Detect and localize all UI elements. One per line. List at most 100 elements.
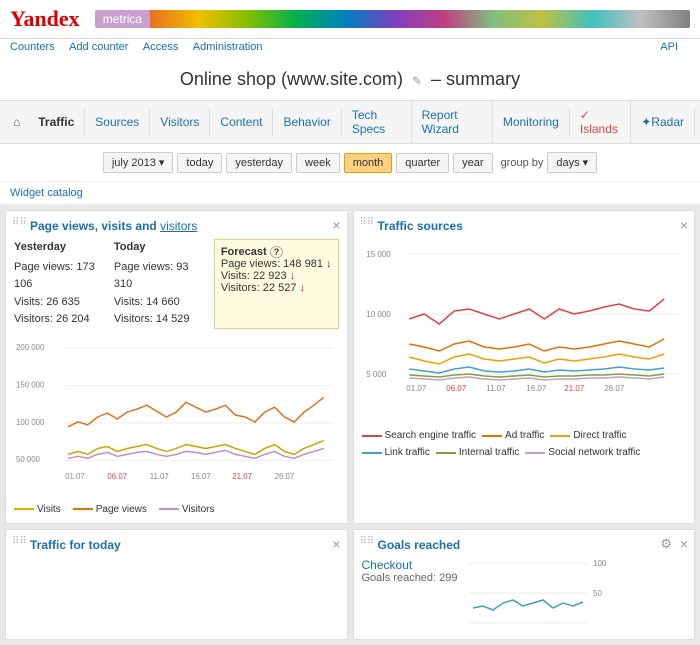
goal-reached-count: Goals reached: 299: [362, 572, 458, 584]
main-content: ⠿⠿ Page views, visits and visitors × Yes…: [0, 205, 700, 645]
tab-visitors[interactable]: Visitors: [150, 108, 210, 136]
group-by-label: group by: [501, 157, 544, 169]
forecast-visitors: Visitors: 22 527 ↓: [221, 282, 332, 294]
traffic-sources-title: Traffic sources: [378, 219, 687, 233]
forecast-visits: Visits: 22 923 ↓: [221, 270, 332, 282]
goal-checkout: Checkout Goals reached: 299 100 50: [362, 558, 687, 631]
traffic-sources-link[interactable]: Traffic sources: [378, 219, 463, 233]
page-title-text: Online shop (www.site.com) ✎ – summary: [180, 69, 520, 89]
close-icon[interactable]: ×: [332, 217, 340, 233]
yesterday-label: Yesterday: [14, 239, 106, 257]
legend-dot-pageviews: [73, 508, 93, 510]
edit-icon[interactable]: ✎: [412, 74, 422, 88]
traffic-sources-legend: Search engine traffic Ad traffic Direct …: [362, 430, 687, 458]
metrica-bar: metrica: [95, 10, 690, 28]
nav-counters[interactable]: Counters: [10, 41, 55, 53]
tab-monitoring[interactable]: Monitoring: [493, 108, 570, 136]
yesterday-stats: Yesterday Page views: 173 106 Visits: 26…: [14, 239, 106, 329]
date-quarter-button[interactable]: quarter: [396, 153, 449, 173]
nav-administration[interactable]: Administration: [193, 41, 263, 53]
svg-text:01.07: 01.07: [406, 384, 427, 393]
tab-traffic[interactable]: Traffic: [28, 108, 85, 136]
stats-row: Yesterday Page views: 173 106 Visits: 26…: [14, 239, 339, 329]
legend-visits: Visits: [14, 504, 61, 515]
svg-text:11.07: 11.07: [486, 384, 506, 393]
traffic-today-title: Traffic for today: [30, 538, 339, 552]
today-visitors: Visitors: 14 529: [114, 311, 206, 329]
legend-dot-link: [362, 452, 382, 454]
legend-direct: Direct traffic: [550, 430, 626, 441]
nav-access[interactable]: Access: [143, 41, 178, 53]
svg-text:11.07: 11.07: [150, 472, 169, 481]
date-yesterday-button[interactable]: yesterday: [226, 153, 292, 173]
svg-text:06.07: 06.07: [446, 384, 467, 393]
svg-text:15 000: 15 000: [366, 250, 391, 259]
svg-text:50 000: 50 000: [16, 455, 41, 464]
tab-home[interactable]: ⌂: [5, 109, 28, 135]
date-period-button[interactable]: july 2013 ▾: [103, 152, 174, 173]
page-title: Online shop (www.site.com) ✎ – summary: [0, 59, 700, 100]
legend-dot-visitors: [159, 508, 179, 510]
tab-bar: ⌂ Traffic Sources Visitors Content Behav…: [0, 100, 700, 144]
drag-handle3[interactable]: ⠿⠿: [12, 536, 27, 547]
tab-sources[interactable]: Sources: [85, 108, 150, 136]
svg-text:100: 100: [593, 559, 607, 568]
tab-behavior[interactable]: Behavior: [273, 108, 341, 136]
legend-dot-visits: [14, 508, 34, 510]
svg-text:150 000: 150 000: [16, 380, 45, 389]
svg-text:50: 50: [593, 589, 602, 598]
goal-chart-container: 100 50: [468, 558, 686, 631]
page-views-widget: ⠿⠿ Page views, visits and visitors × Yes…: [5, 210, 348, 524]
date-today-button[interactable]: today: [177, 153, 222, 173]
chevron-down-icon: ▾: [159, 156, 165, 169]
tab-islands[interactable]: ✓ Islands: [570, 101, 631, 143]
goals-link[interactable]: Goals reached: [378, 538, 461, 552]
checkout-link[interactable]: Checkout: [362, 558, 413, 572]
tab-radar[interactable]: ✦Radar: [631, 108, 695, 136]
nav-add-counter[interactable]: Add counter: [69, 41, 128, 53]
date-month-button[interactable]: month: [344, 153, 393, 173]
legend-ad: Ad traffic: [482, 430, 544, 441]
today-stats: Today Page views: 93 310 Visits: 14 660 …: [114, 239, 206, 329]
traffic-today-content: [14, 558, 339, 618]
page-views-title-link[interactable]: Page views, visits and visitors: [30, 219, 197, 233]
forecast-label: Forecast ?: [221, 246, 332, 258]
group-unit-button[interactable]: days ▾: [547, 152, 597, 173]
legend-dot-ad: [482, 435, 502, 437]
close-icon4[interactable]: ×: [680, 536, 688, 552]
svg-text:200 000: 200 000: [16, 343, 45, 352]
page-views-legend: Visits Page views Visitors: [14, 504, 339, 515]
nav-api[interactable]: API: [660, 41, 678, 53]
tab-content[interactable]: Content: [210, 108, 273, 136]
svg-text:100 000: 100 000: [16, 418, 45, 427]
forecast-info-icon[interactable]: ?: [270, 246, 284, 258]
today-label: Today: [114, 239, 206, 257]
svg-text:5 000: 5 000: [366, 370, 387, 379]
widget-catalog-bar[interactable]: Widget catalog: [0, 182, 700, 205]
svg-text:10 000: 10 000: [366, 310, 391, 319]
legend-dot-direct: [550, 435, 570, 437]
date-week-button[interactable]: week: [296, 153, 340, 173]
close-icon3[interactable]: ×: [332, 536, 340, 552]
svg-text:26.07: 26.07: [604, 384, 625, 393]
metrica-label: metrica: [95, 10, 150, 28]
gear-icon[interactable]: ⚙: [660, 536, 672, 552]
traffic-today-widget: ⠿⠿ Traffic for today ×: [5, 529, 348, 640]
traffic-today-link[interactable]: Traffic for today: [30, 538, 121, 552]
drag-handle4[interactable]: ⠿⠿: [360, 536, 375, 547]
yesterday-pageviews: Page views: 173 106: [14, 259, 106, 294]
svg-text:16.07: 16.07: [526, 384, 547, 393]
tab-report-wizard[interactable]: Report Wizard: [412, 101, 493, 143]
close-icon2[interactable]: ×: [680, 217, 688, 233]
tab-tech-specs[interactable]: Tech Specs: [342, 101, 412, 143]
legend-visitors: Visitors: [159, 504, 215, 515]
legend-pageviews: Page views: [73, 504, 147, 515]
widget-title: Page views, visits and visitors: [30, 219, 339, 233]
traffic-sources-widget: ⠿⠿ Traffic sources × 15 000 10 000 5 000: [353, 210, 696, 524]
logo: Yandex: [10, 6, 80, 32]
drag-handle[interactable]: ⠿⠿: [12, 217, 27, 228]
legend-dot-search: [362, 435, 382, 437]
date-year-button[interactable]: year: [453, 153, 492, 173]
svg-text:16.07: 16.07: [191, 472, 211, 481]
drag-handle2[interactable]: ⠿⠿: [360, 217, 375, 228]
